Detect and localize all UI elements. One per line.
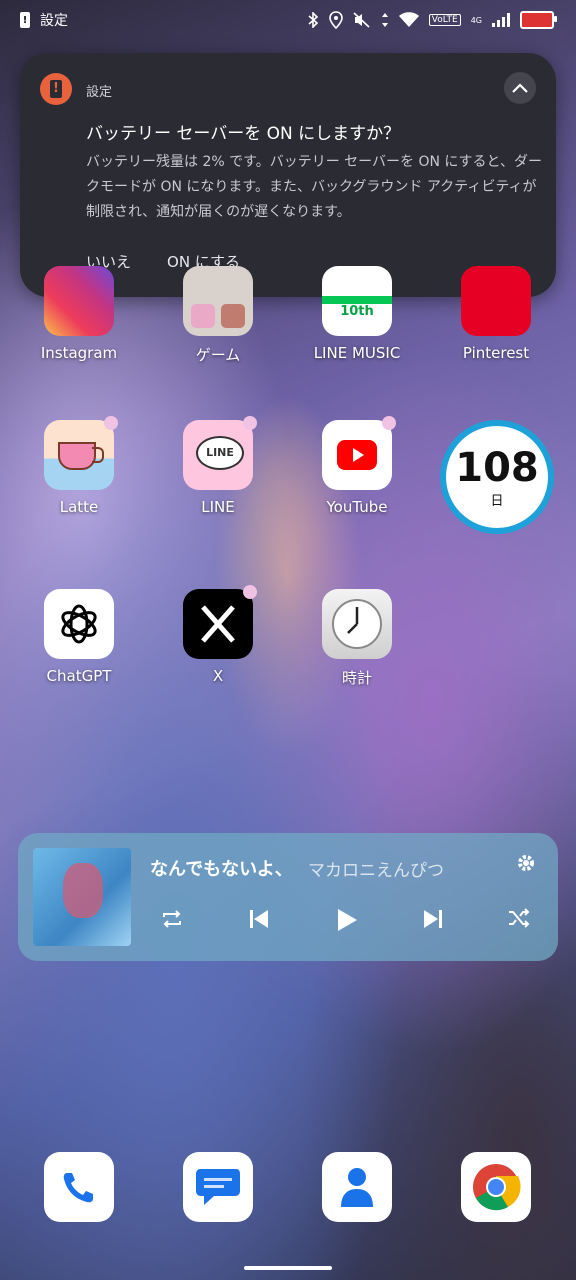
music-player-widget[interactable]: なんでもないよ、 マカロニえんぴつ	[18, 833, 558, 961]
dock-phone[interactable]	[44, 1152, 114, 1222]
repeat-icon	[163, 910, 181, 928]
repeat-button[interactable]	[160, 908, 184, 934]
battery-saver-notification[interactable]: ! 設定 バッテリー セーバーを ON にしますか？ バッテリー残量は 2% で…	[20, 53, 556, 297]
battery-alert-icon: !	[20, 12, 30, 28]
chatgpt-icon	[44, 589, 114, 659]
shuffle-icon	[509, 908, 530, 928]
notification-dot	[382, 416, 396, 430]
notification-body: バッテリー残量は 2% です。バッテリー セーバーを ON にすると、ダークモー…	[86, 154, 542, 220]
app-label: Latte	[59, 498, 99, 516]
line-icon: LINE	[183, 420, 253, 490]
notification-dot	[243, 585, 257, 599]
day-counter-widget[interactable]: 108 日	[440, 420, 554, 534]
notification-dot	[104, 416, 118, 430]
pinterest-icon	[461, 266, 531, 336]
app-latte[interactable]: Latte	[19, 416, 139, 516]
dock-contacts[interactable]	[322, 1152, 392, 1222]
battery-icon	[520, 11, 557, 29]
gear-icon	[518, 855, 534, 871]
chevron-up-icon	[512, 83, 528, 93]
previous-button[interactable]	[248, 908, 270, 934]
phone-icon	[63, 1173, 93, 1203]
collapse-button[interactable]	[504, 72, 536, 104]
dock-messages[interactable]	[183, 1152, 253, 1222]
line-music-badge: 10th	[340, 304, 374, 319]
app-label: X	[212, 667, 224, 685]
chrome-icon	[473, 1164, 521, 1211]
notification-app-name: 設定	[86, 85, 113, 100]
app-clock[interactable]: 時計	[297, 589, 417, 688]
app-label: ゲーム	[195, 346, 241, 364]
bluetooth-icon	[308, 12, 318, 28]
counter-unit: 日	[490, 494, 504, 509]
instagram-icon	[44, 266, 114, 336]
shuffle-button[interactable]	[508, 908, 530, 932]
app-label: ChatGPT	[46, 667, 112, 685]
app-label: YouTube	[326, 498, 388, 516]
app-label: Pinterest	[462, 344, 530, 362]
x-logo-icon	[183, 589, 253, 659]
mute-icon	[353, 12, 370, 28]
artist-name: マカロニえんぴつ	[308, 861, 444, 881]
network-type: 4G	[470, 15, 482, 25]
skip-next-icon	[424, 910, 442, 928]
clock-icon	[322, 589, 392, 659]
latte-icon	[44, 420, 114, 490]
notification-dot	[243, 416, 257, 430]
skip-previous-icon	[250, 910, 268, 928]
volte-badge: VoLTE	[428, 14, 461, 26]
next-button[interactable]	[422, 908, 444, 934]
app-pinterest[interactable]: Pinterest	[436, 266, 556, 362]
settings-app-icon: !	[40, 73, 72, 105]
contacts-icon	[341, 1168, 373, 1207]
gesture-nav-bar[interactable]	[244, 1266, 332, 1270]
signal-icon	[492, 13, 510, 27]
play-button[interactable]	[336, 908, 358, 936]
location-icon	[328, 11, 343, 29]
line-music-icon: 10th	[322, 266, 392, 336]
app-youtube[interactable]: YouTube	[297, 416, 417, 516]
games-folder-icon	[183, 266, 253, 336]
song-title: なんでもないよ、	[150, 859, 293, 880]
app-label: LINE	[201, 498, 235, 516]
counter-value: 108	[455, 445, 539, 491]
app-label: Instagram	[40, 344, 118, 362]
dock-chrome[interactable]	[461, 1152, 531, 1222]
status-app-label: 設定	[40, 13, 68, 29]
data-transfer-icon	[381, 13, 388, 27]
notification-title: バッテリー セーバーを ON にしますか？	[86, 124, 401, 144]
app-chatgpt[interactable]: ChatGPT	[19, 589, 139, 685]
wifi-icon	[398, 12, 419, 27]
messages-icon	[196, 1169, 240, 1205]
app-line[interactable]: LINE LINE	[158, 416, 278, 516]
app-line-music[interactable]: 10th LINE MUSIC	[297, 266, 417, 362]
app-label: LINE MUSIC	[313, 344, 401, 362]
app-x[interactable]: X	[158, 585, 278, 685]
app-label: 時計	[341, 669, 372, 687]
app-instagram[interactable]: Instagram	[19, 266, 139, 362]
settings-button[interactable]	[516, 853, 536, 877]
status-bar: ! 設定 VoLTE 4G	[0, 0, 576, 44]
youtube-icon	[322, 420, 392, 490]
album-art	[33, 848, 131, 946]
play-icon	[338, 909, 357, 931]
app-folder-games[interactable]: ゲーム	[158, 266, 278, 365]
